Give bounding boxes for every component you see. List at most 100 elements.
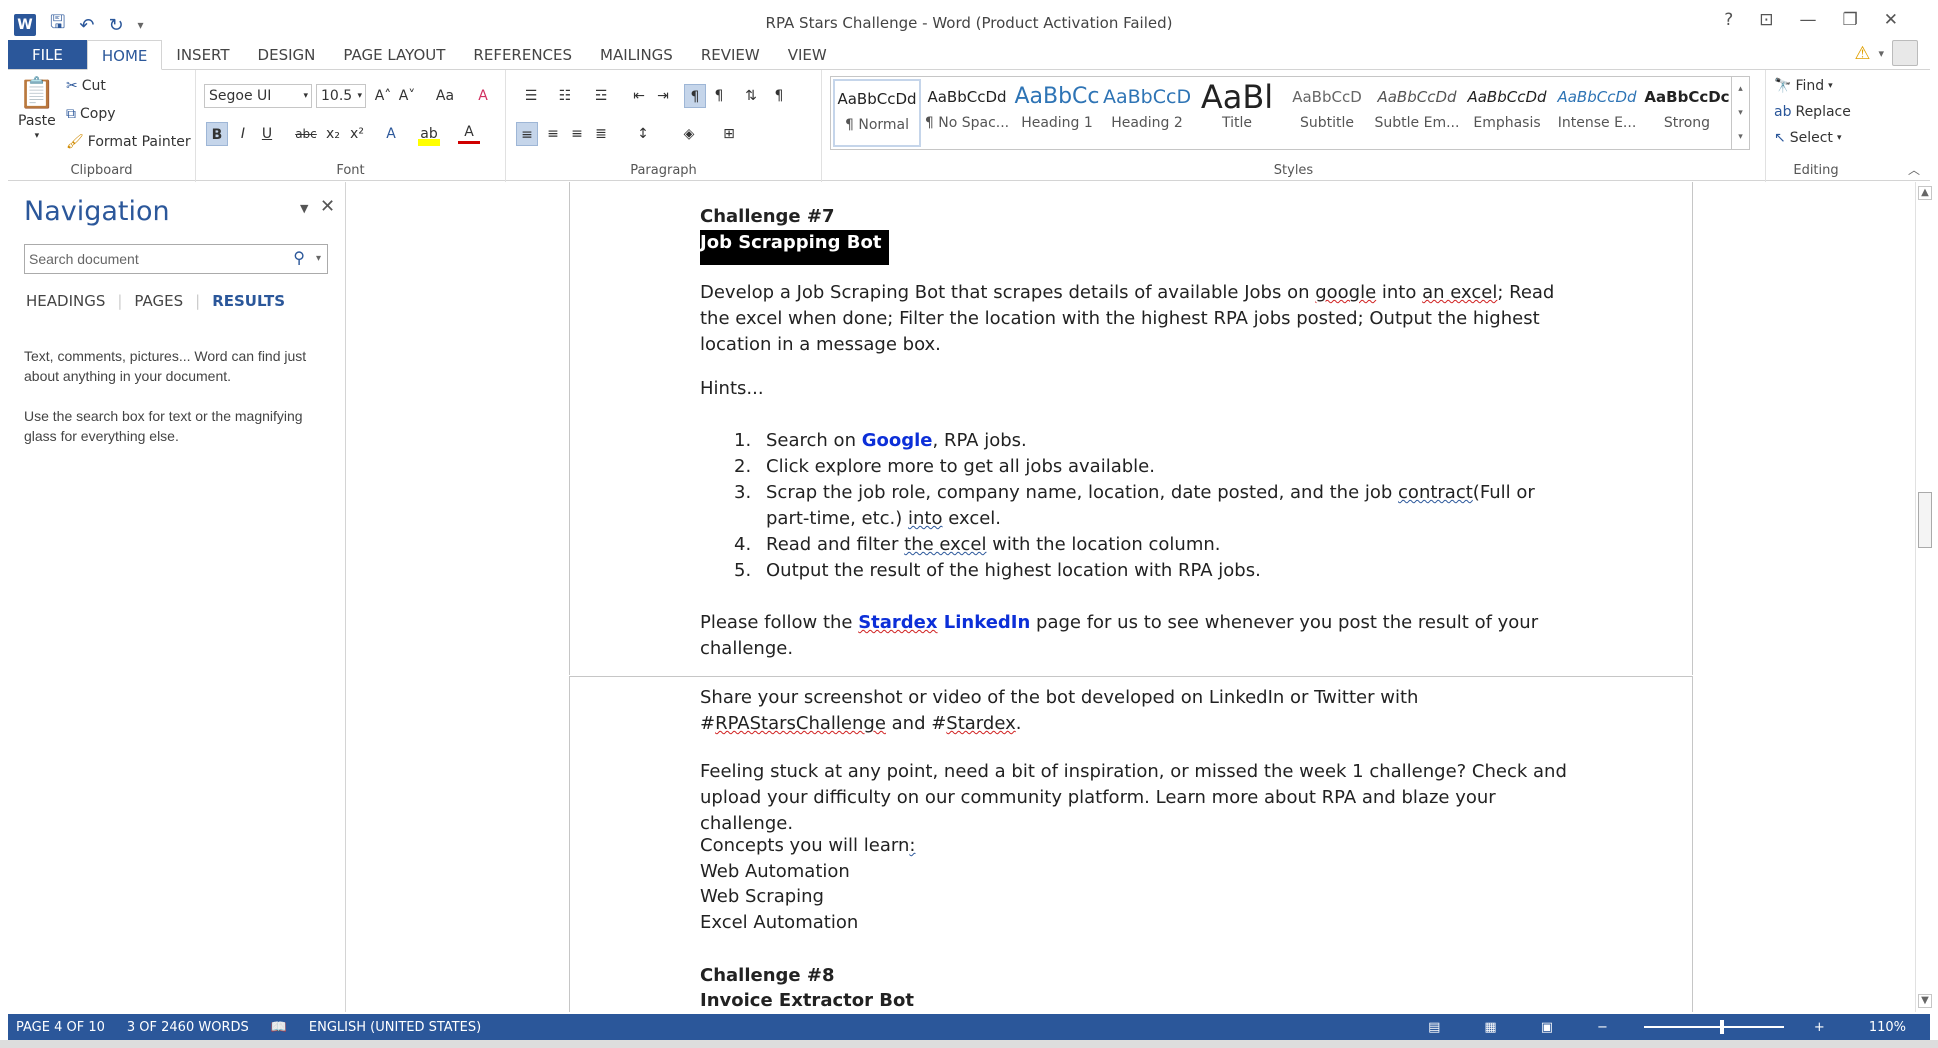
styles-scroll-icon[interactable]: ▴ ▾ ▾: [1731, 77, 1749, 149]
vertical-scrollbar[interactable]: ▲ ▼: [1915, 182, 1933, 1012]
zoom-slider[interactable]: [1643, 1020, 1784, 1034]
text: Concepts you will learn: [700, 835, 910, 856]
font-size-select[interactable]: 10.5 ▾: [316, 84, 366, 108]
stardex-link[interactable]: Stardex: [858, 612, 937, 633]
style-subtle-emphasis[interactable]: AaBbCcDd Subtle Em...: [1373, 79, 1461, 147]
pane-options-icon[interactable]: ▼: [300, 202, 308, 215]
account-dropdown-icon[interactable]: ▾: [1878, 47, 1884, 60]
maximize-button[interactable]: ❐: [1843, 10, 1858, 30]
tab-home[interactable]: HOME: [86, 40, 163, 70]
style-emphasis[interactable]: AaBbCcDd Emphasis: [1463, 79, 1551, 147]
font-family-select[interactable]: Segoe UI ▾: [204, 84, 312, 108]
select-button[interactable]: ↖ Select ▾: [1774, 130, 1841, 146]
google-link[interactable]: Google: [862, 430, 933, 451]
language-indicator[interactable]: ENGLISH (UNITED STATES): [309, 1020, 481, 1035]
align-center-icon[interactable]: ≡: [542, 122, 564, 146]
tab-headings[interactable]: HEADINGS: [26, 292, 105, 310]
text-effects-icon[interactable]: A: [380, 122, 402, 146]
format-painter-button[interactable]: 🖌 Format Painter: [66, 134, 191, 150]
proofing-icon[interactable]: 📖: [271, 1020, 287, 1035]
tab-references[interactable]: REFERENCES: [459, 40, 586, 70]
ltr-icon[interactable]: ¶: [684, 84, 706, 108]
document-page[interactable]: Challenge #7 Job Scrapping Bot Develop a…: [569, 182, 1693, 675]
style-heading-1[interactable]: AaBbCc Heading 1: [1013, 79, 1101, 147]
zoom-thumb[interactable]: [1719, 1020, 1724, 1034]
scroll-thumb[interactable]: [1918, 492, 1932, 548]
change-case-button[interactable]: Aa: [430, 84, 460, 108]
line-spacing-icon[interactable]: ↕: [632, 122, 654, 146]
word-count[interactable]: 3 OF 2460 WORDS: [127, 1020, 249, 1035]
collapse-ribbon-icon[interactable]: ︿: [1908, 161, 1920, 178]
tab-design[interactable]: DESIGN: [244, 40, 330, 70]
multilevel-list-icon[interactable]: ☲: [586, 84, 616, 108]
print-layout-icon[interactable]: ▦: [1484, 1020, 1496, 1035]
underline-button[interactable]: U: [256, 122, 278, 146]
align-left-icon[interactable]: ≡: [516, 122, 538, 146]
style-heading-2[interactable]: AaBbCcD Heading 2: [1103, 79, 1191, 147]
close-icon[interactable]: ✕: [320, 196, 335, 217]
strikethrough-button[interactable]: abc: [292, 122, 320, 146]
tab-mailings[interactable]: MAILINGS: [586, 40, 687, 70]
spellcheck-word: an excel: [1422, 282, 1498, 303]
subscript-button[interactable]: x₂: [322, 122, 344, 146]
rtl-icon[interactable]: ¶: [708, 84, 730, 108]
tab-pages[interactable]: PAGES: [134, 292, 183, 310]
warning-icon[interactable]: ⚠: [1854, 43, 1870, 64]
web-layout-icon[interactable]: ▣: [1541, 1020, 1553, 1035]
tab-results[interactable]: RESULTS: [212, 292, 285, 310]
tab-file[interactable]: FILE: [8, 40, 87, 70]
tab-view[interactable]: VIEW: [774, 40, 841, 70]
document-area[interactable]: Challenge #7 Job Scrapping Bot Develop a…: [347, 182, 1915, 1012]
page-count[interactable]: PAGE 4 OF 10: [16, 1020, 105, 1035]
bullets-icon[interactable]: ☰: [516, 84, 546, 108]
decrease-indent-icon[interactable]: ⇤: [628, 84, 650, 108]
zoom-level[interactable]: 110%: [1869, 1020, 1906, 1035]
minimize-button[interactable]: —: [1800, 10, 1817, 30]
tab-insert[interactable]: INSERT: [162, 40, 243, 70]
shrink-font-button[interactable]: A˅: [396, 84, 418, 108]
replace-button[interactable]: ab Replace: [1774, 104, 1851, 120]
style-normal[interactable]: AaBbCcDd ¶ Normal: [833, 79, 921, 147]
clipboard-group-label: Clipboard: [70, 163, 133, 178]
style-intense-emphasis[interactable]: AaBbCcDd Intense E...: [1553, 79, 1641, 147]
tab-page-layout[interactable]: PAGE LAYOUT: [329, 40, 459, 70]
linkedin-link[interactable]: LinkedIn: [938, 612, 1031, 633]
help-icon[interactable]: ?: [1724, 10, 1733, 30]
show-marks-button[interactable]: ¶: [768, 84, 790, 108]
zoom-in-icon[interactable]: +: [1814, 1020, 1825, 1035]
document-page[interactable]: Share your screenshot or video of the bo…: [569, 676, 1693, 1012]
style-no-spacing[interactable]: AaBbCcDd ¶ No Spac...: [923, 79, 1011, 147]
borders-icon[interactable]: ⊞: [718, 122, 740, 146]
tab-review[interactable]: REVIEW: [687, 40, 774, 70]
numbering-icon[interactable]: ☷: [550, 84, 580, 108]
sort-icon[interactable]: ⇅: [740, 84, 762, 108]
scroll-up-icon[interactable]: ▲: [1918, 186, 1932, 200]
font-color-icon[interactable]: A: [458, 122, 480, 144]
increase-indent-icon[interactable]: ⇥: [652, 84, 674, 108]
bold-button[interactable]: B: [206, 122, 228, 146]
search-input[interactable]: Search document ⚲ ▾: [24, 244, 328, 274]
search-icon[interactable]: ⚲: [293, 245, 305, 273]
zoom-out-icon[interactable]: −: [1597, 1020, 1608, 1035]
shading-icon[interactable]: ◈: [678, 122, 700, 146]
justify-icon[interactable]: ≣: [590, 122, 612, 146]
scroll-down-icon[interactable]: ▼: [1918, 994, 1932, 1008]
grow-font-button[interactable]: A˄: [372, 84, 394, 108]
highlight-color-icon[interactable]: ab: [418, 122, 440, 146]
ribbon-display-icon[interactable]: ⊡: [1759, 10, 1773, 30]
read-mode-icon[interactable]: ▤: [1428, 1020, 1440, 1035]
superscript-button[interactable]: x²: [346, 122, 368, 146]
style-subtitle[interactable]: AaBbCcD Subtitle: [1283, 79, 1371, 147]
clear-formatting-button[interactable]: A: [472, 84, 494, 108]
style-strong[interactable]: AaBbCcDc Strong: [1643, 79, 1731, 147]
chevron-down-icon[interactable]: ▾: [316, 245, 321, 273]
find-button[interactable]: 🔭 Find ▾: [1774, 78, 1833, 94]
avatar[interactable]: [1892, 40, 1918, 66]
copy-button[interactable]: ⧉ Copy: [66, 106, 116, 122]
italic-button[interactable]: I: [232, 122, 254, 146]
paste-button[interactable]: 📋 Paste ▾: [18, 76, 56, 141]
align-right-icon[interactable]: ≡: [566, 122, 588, 146]
cut-button[interactable]: ✂ Cut: [66, 78, 106, 94]
style-title[interactable]: AaBl Title: [1193, 79, 1281, 147]
close-button[interactable]: ✕: [1884, 10, 1898, 30]
